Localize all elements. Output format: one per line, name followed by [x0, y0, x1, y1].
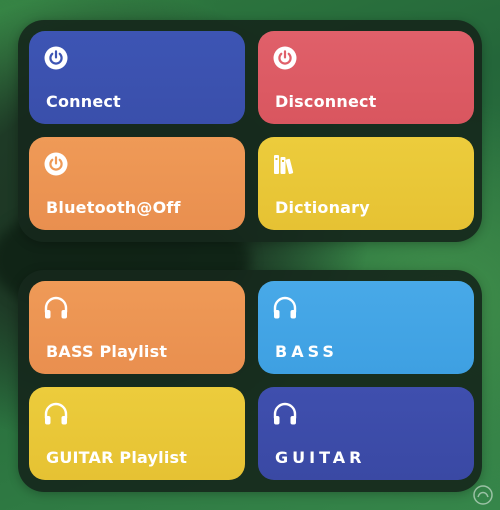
disconnect-shortcut-button[interactable]: Disconnect	[258, 31, 474, 124]
shortcuts-widget-bottom: BASS Playlist BASS GUITAR Playlist GUITA…	[18, 270, 482, 492]
headphones-icon	[42, 294, 70, 322]
headphones-icon	[42, 400, 70, 428]
connect-label: Connect	[46, 92, 121, 111]
guitar-playlist-label: GUITAR Playlist	[46, 448, 188, 467]
bass-shortcut-button[interactable]: BASS	[258, 281, 474, 374]
bluetooth-off-label: Bluetooth@Off	[46, 198, 181, 217]
headphones-icon	[271, 400, 299, 428]
dictionary-shortcut-button[interactable]: Dictionary	[258, 137, 474, 230]
guitar-shortcut-button[interactable]: GUITAR	[258, 387, 474, 480]
disconnect-label: Disconnect	[275, 92, 377, 111]
connect-shortcut-button[interactable]: Connect	[29, 31, 245, 124]
watermark-logo-icon	[470, 482, 496, 508]
guitar-playlist-shortcut-button[interactable]: GUITAR Playlist	[29, 387, 245, 480]
power-icon	[42, 44, 70, 72]
power-icon	[271, 44, 299, 72]
power-icon	[42, 150, 70, 178]
bass-playlist-shortcut-button[interactable]: BASS Playlist	[29, 281, 245, 374]
headphones-icon	[271, 294, 299, 322]
bluetooth-off-shortcut-button[interactable]: Bluetooth@Off	[29, 137, 245, 230]
dictionary-label: Dictionary	[275, 198, 370, 217]
shortcuts-widget-top: Connect Disconnect Bluetooth@Off Diction…	[18, 20, 482, 242]
guitar-label: GUITAR	[275, 448, 366, 467]
books-icon	[271, 150, 299, 178]
bass-playlist-label: BASS Playlist	[46, 342, 168, 361]
bass-label: BASS	[275, 342, 338, 361]
